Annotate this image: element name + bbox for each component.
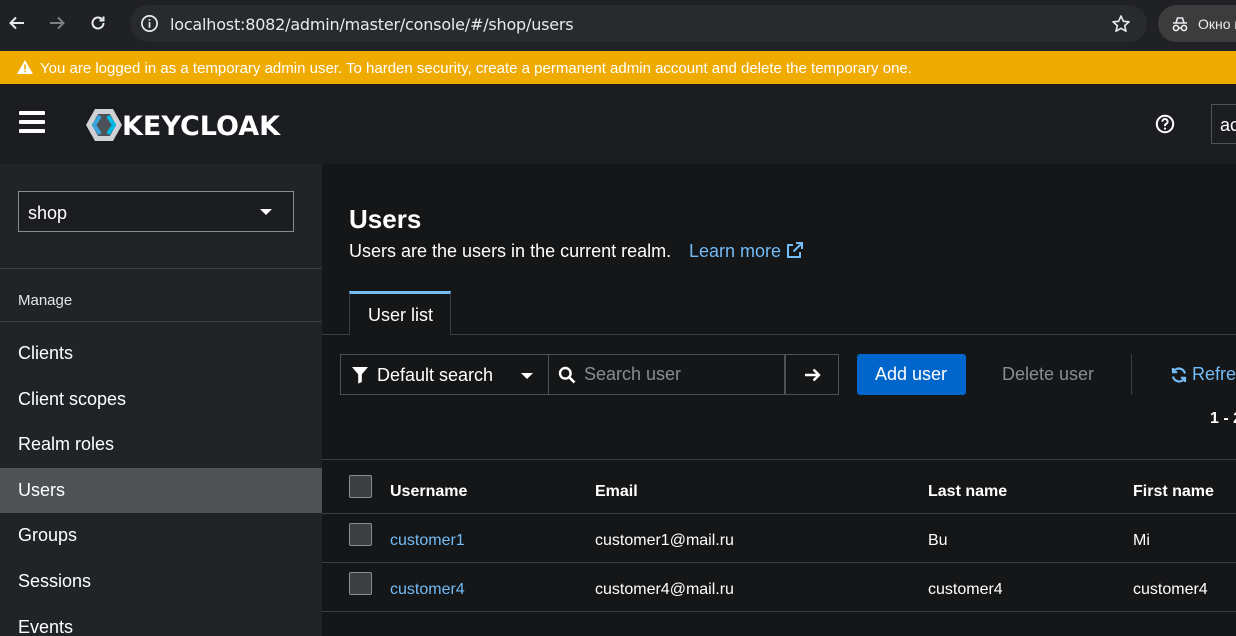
sidebar-item-events[interactable]: Events [0,605,322,636]
logo-text: KEYCLOAK [122,111,281,142]
column-header-last-name[interactable]: Last name [928,483,1007,501]
sidebar-item-users[interactable]: Users [0,468,322,513]
email-cell: customer4@mail.ru [595,581,734,598]
learn-more-link[interactable]: Learn more [689,241,803,262]
search-input[interactable] [584,355,779,394]
search-type-label: Default search [377,365,494,385]
sidebar-item-label: Events [18,617,74,636]
sidebar-item-label: Groups [18,525,78,545]
caret-down-icon [521,373,533,379]
table-row-divider [322,562,1236,563]
sidebar-item-realm-roles[interactable]: Realm roles [0,422,322,467]
reload-icon [91,16,105,30]
masthead: KEYCLOAK ac [0,84,1236,164]
sidebar: shop Manage Clients Client scopes Realm … [0,164,322,636]
add-user-button[interactable]: Add user [857,354,966,395]
sidebar-item-clients[interactable]: Clients [0,331,322,376]
hamburger-menu-icon[interactable] [19,111,45,133]
browser-toolbar: localhost:8082/admin/master/console/#/sh… [0,0,1236,51]
last-name-cell: Bu [928,532,948,549]
sidebar-item-label: Clients [18,343,74,363]
table-row-divider [322,611,1236,612]
realm-name: shop [28,203,68,223]
address-bar[interactable]: localhost:8082/admin/master/console/#/sh… [130,5,1147,42]
pagination-range[interactable]: 1 - 2 [1210,410,1236,428]
first-name-cell: customer4 [1133,581,1208,598]
window-label: Окно г [1198,16,1236,32]
learn-more-label: Learn more [689,241,782,261]
user-dropdown[interactable]: ac [1211,104,1236,144]
search-submit-button[interactable] [785,354,839,395]
forward-button[interactable] [44,10,70,36]
caret-down-icon [260,209,272,215]
tab-label: User list [368,305,434,325]
search-field[interactable] [549,354,785,395]
sidebar-item-label: Users [18,480,66,500]
sidebar-divider [0,321,322,322]
username-link[interactable]: customer1 [390,532,465,550]
realm-selector[interactable]: shop [18,191,294,232]
back-button[interactable] [4,10,30,36]
filter-icon [352,367,368,384]
url-text: localhost:8082/admin/master/console/#/sh… [170,15,574,34]
first-name-cell: Mi [1133,532,1150,549]
sidebar-item-sessions[interactable]: Sessions [0,559,322,604]
username-link[interactable]: customer4 [390,581,465,599]
user-dropdown-label: ac [1220,115,1236,135]
email-cell: customer1@mail.ru [595,532,734,549]
search-icon [558,366,576,384]
external-link-icon [787,242,803,258]
temporary-admin-warning-banner: You are logged in as a temporary admin u… [0,51,1236,84]
sidebar-item-label: Realm roles [18,434,115,454]
sidebar-section-title: Manage [18,292,73,309]
delete-user-button[interactable]: Delete user [984,354,1112,395]
incognito-icon [1172,17,1188,32]
sidebar-item-groups[interactable]: Groups [0,513,322,558]
incognito-window-pill[interactable]: Окно г [1158,5,1236,42]
sidebar-item-label: Client scopes [18,389,127,409]
warning-triangle-icon [17,60,33,74]
sync-icon [1171,367,1187,383]
tabs-divider [322,334,1236,335]
help-icon[interactable] [1155,114,1175,134]
table-top-border [322,459,1236,460]
arrow-right-icon [805,368,821,382]
delete-user-label: Delete user [1002,364,1095,384]
bookmark-star-icon[interactable] [1111,14,1131,34]
refresh-button[interactable]: Refre [1168,354,1236,395]
site-info-icon[interactable] [140,14,159,33]
table-row-divider [322,513,1236,514]
toolbar-separator [1131,354,1132,395]
sidebar-item-client-scopes[interactable]: Client scopes [0,377,322,422]
page-description: Users are the users in the current realm… [349,241,672,261]
column-header-first-name[interactable]: First name [1133,483,1214,501]
tab-user-list[interactable]: User list [349,291,451,335]
column-header-email[interactable]: Email [595,483,638,501]
main-content: Users Users are the users in the current… [322,164,1236,636]
last-name-cell: customer4 [928,581,1003,598]
search-type-dropdown[interactable]: Default search [340,354,549,395]
sidebar-divider [0,268,322,269]
back-arrow-icon [9,16,24,30]
banner-text: You are logged in as a temporary admin u… [40,60,912,77]
row-checkbox[interactable] [349,523,372,546]
column-header-username[interactable]: Username [390,483,467,501]
page-title: Users [349,204,422,234]
select-all-checkbox[interactable] [349,475,372,498]
reload-button[interactable] [85,10,111,36]
add-user-label: Add user [875,364,948,384]
row-checkbox[interactable] [349,572,372,595]
refresh-label: Refre [1192,364,1236,384]
sidebar-item-label: Sessions [18,571,92,591]
forward-arrow-icon [50,16,65,30]
